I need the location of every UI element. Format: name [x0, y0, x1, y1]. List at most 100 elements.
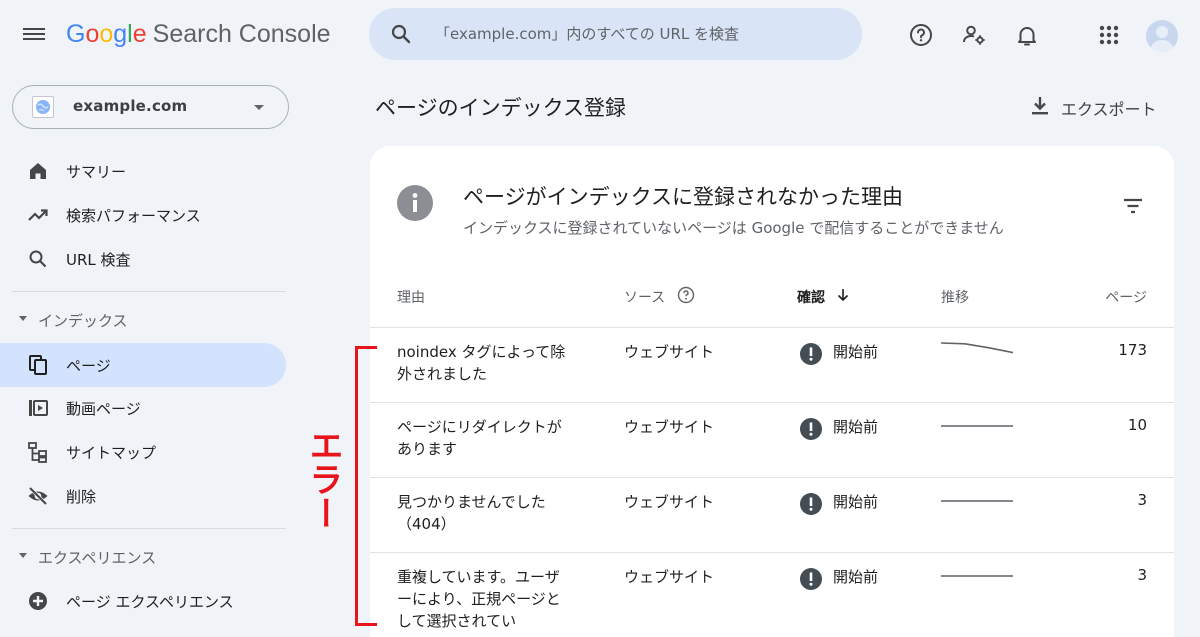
sort-arrow-down-icon — [837, 289, 849, 302]
not-started-status-icon — [800, 418, 822, 440]
download-icon — [1032, 97, 1048, 115]
table-row[interactable]: 重複しています。ユーザーにより、正規ページとして選択されてい ウェブサイト 開始… — [370, 554, 1174, 630]
row-validation-status: 開始前 — [833, 418, 879, 436]
row-trend-sparkline — [941, 500, 1013, 502]
row-validation-status: 開始前 — [833, 568, 879, 586]
sitemap-icon — [28, 442, 47, 463]
nav-label: ページ エクスペリエンス — [66, 593, 234, 611]
section-index[interactable]: インデックス — [14, 306, 284, 334]
row-source: ウェブサイト — [624, 343, 715, 361]
pages-icon — [29, 355, 47, 375]
section-label: エクスペリエンス — [38, 549, 157, 567]
row-divider — [370, 402, 1174, 403]
row-reason: 見つかりませんでした（404） — [397, 493, 546, 533]
nav-label: URL 検査 — [66, 251, 131, 269]
nav-item-performance[interactable]: 検索パフォーマンス — [12, 193, 286, 237]
help-outline-icon[interactable] — [677, 286, 695, 304]
property-domain: example.com — [73, 97, 188, 115]
row-trend-sparkline — [941, 342, 1013, 354]
account-avatar[interactable] — [1146, 20, 1178, 52]
page-title: ページのインデックス登録 — [375, 96, 626, 120]
column-header-trend[interactable]: 推移 — [941, 287, 969, 307]
nav-label: サイトマップ — [66, 444, 157, 462]
row-page-count: 10 — [1127, 416, 1147, 434]
section-experience[interactable]: エクスペリエンス — [14, 543, 284, 571]
row-reason: ページにリダイレクトがあります — [397, 418, 562, 458]
page-experience-icon — [29, 592, 47, 610]
home-icon — [30, 163, 46, 179]
row-trend-sparkline — [941, 425, 1013, 427]
section-label: インデックス — [38, 312, 128, 330]
product-name: Search Console — [152, 20, 331, 48]
filter-icon[interactable] — [1121, 194, 1145, 218]
nav-item-video-pages[interactable]: 動画ページ — [12, 386, 286, 430]
column-header-label: 確認 — [797, 290, 825, 306]
apps-grid-icon[interactable] — [1096, 22, 1122, 48]
table-row[interactable]: 見つかりませんでした（404） ウェブサイト 開始前 3 — [370, 479, 1174, 554]
nav-divider — [12, 528, 286, 529]
column-header-pages[interactable]: ページ — [1105, 287, 1147, 307]
top-app-bar: Google Search Console — [0, 0, 1200, 72]
row-validation-status: 開始前 — [833, 493, 879, 511]
nav-label: サマリー — [66, 163, 127, 181]
nav-divider — [12, 291, 286, 292]
nav-item-summary[interactable]: サマリー — [12, 149, 286, 193]
row-validation-status: 開始前 — [833, 343, 879, 361]
not-started-status-icon — [800, 493, 822, 515]
table-row[interactable]: noindex タグによって除外されました ウェブサイト 開始前 173 — [370, 329, 1174, 404]
row-source: ウェブサイト — [624, 568, 715, 586]
property-favicon — [32, 96, 54, 118]
column-header-validation[interactable]: 確認 — [797, 287, 849, 307]
row-reason: noindex タグによって除外されました — [397, 343, 566, 383]
info-icon — [397, 185, 433, 221]
manage-users-icon[interactable] — [961, 22, 987, 48]
search-icon — [29, 250, 47, 268]
not-started-status-icon — [800, 568, 822, 590]
row-divider — [370, 327, 1174, 328]
nav-item-url-inspection[interactable]: URL 検査 — [12, 237, 286, 281]
nav-item-removals[interactable]: 削除 — [12, 474, 286, 518]
avatar-person-icon — [1150, 26, 1174, 52]
url-inspection-search[interactable] — [369, 8, 862, 60]
error-annotation-label: エラー — [303, 428, 343, 530]
removals-icon — [28, 486, 48, 506]
main-menu-icon[interactable] — [22, 24, 46, 48]
collapse-arrow-icon — [19, 553, 27, 558]
table-row[interactable]: ページにリダイレクトがあります ウェブサイト 開始前 10 — [370, 404, 1174, 479]
row-page-count: 173 — [1118, 341, 1147, 359]
row-source: ウェブサイト — [624, 493, 715, 511]
row-source: ウェブサイト — [624, 418, 715, 436]
nav-item-sitemaps[interactable]: サイトマップ — [12, 430, 286, 474]
property-selector[interactable]: example.com — [12, 85, 289, 129]
collapse-arrow-icon — [19, 316, 27, 321]
error-annotation-bracket — [355, 346, 377, 626]
video-pages-icon — [29, 400, 48, 416]
notifications-icon[interactable] — [1014, 22, 1040, 48]
row-trend-sparkline — [941, 575, 1013, 577]
search-icon — [391, 24, 411, 44]
nav-label: 削除 — [66, 488, 97, 506]
column-header-source[interactable]: ソース — [624, 286, 695, 307]
column-header-label: ソース — [624, 290, 666, 306]
globe-icon — [36, 100, 50, 114]
search-input[interactable] — [435, 18, 845, 50]
dropdown-caret-icon — [254, 105, 264, 110]
not-indexed-reasons-card: ページがインデックスに登録されなかった理由 インデックスに登録されていないページ… — [370, 146, 1174, 637]
product-logo[interactable]: Google Search Console — [66, 20, 331, 49]
nav-label: ページ — [66, 357, 111, 375]
nav-item-pages[interactable]: ページ — [0, 343, 286, 387]
trending-up-icon — [28, 209, 48, 221]
export-label: エクスポート — [1061, 100, 1157, 119]
row-divider — [370, 552, 1174, 553]
row-page-count: 3 — [1137, 566, 1147, 584]
card-title: ページがインデックスに登録されなかった理由 — [463, 185, 903, 209]
row-page-count: 3 — [1137, 491, 1147, 509]
nav-item-page-experience[interactable]: ページ エクスペリエンス — [12, 579, 286, 623]
nav-label: 検索パフォーマンス — [66, 207, 201, 225]
column-header-reason[interactable]: 理由 — [397, 287, 425, 307]
row-divider — [370, 477, 1174, 478]
help-icon[interactable] — [908, 22, 934, 48]
nav-label: 動画ページ — [66, 400, 141, 418]
not-started-status-icon — [800, 343, 822, 365]
row-reason: 重複しています。ユーザーにより、正規ページとして選択されてい — [397, 568, 561, 630]
